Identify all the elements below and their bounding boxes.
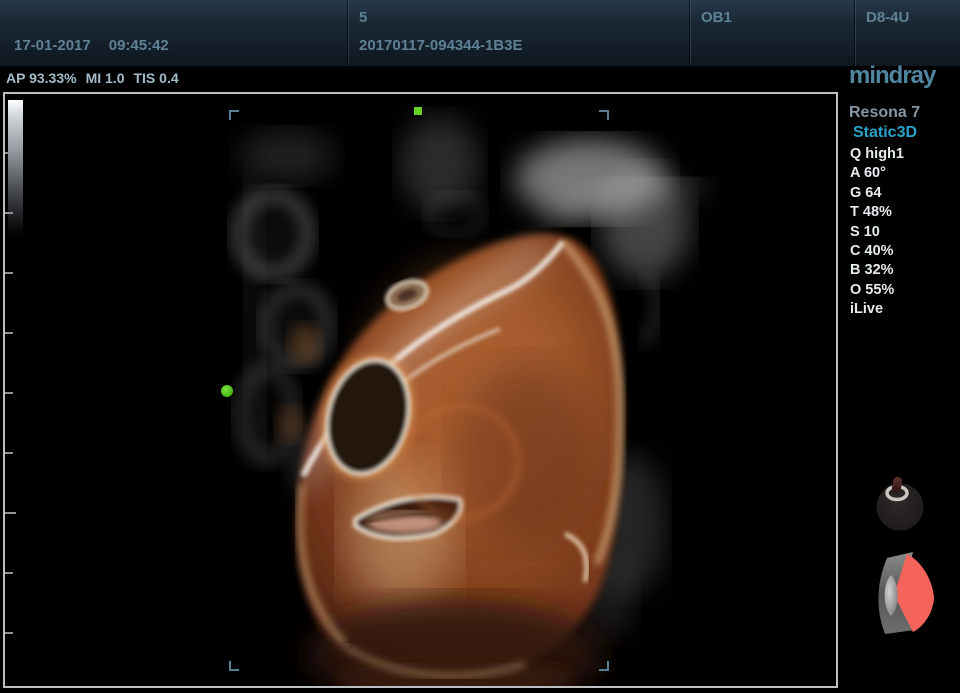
param-gain[interactable]: G 64 xyxy=(850,184,904,203)
roi-corner-top-left[interactable] xyxy=(229,110,239,120)
ultrasound-screen: 17-01-2017 09:45:42 5 20170117-094344-1B3… xyxy=(0,0,960,693)
acoustic-power-value: AP 93.33% xyxy=(6,70,77,86)
system-name: Resona 7 xyxy=(849,104,920,122)
exam-id-section: 5 20170117-094344-1B3E xyxy=(348,0,691,66)
depth-tick xyxy=(5,572,13,574)
param-smooth[interactable]: S 10 xyxy=(850,223,904,242)
param-opacity[interactable]: O 55% xyxy=(850,281,904,300)
patient-info-bar: 17-01-2017 09:45:42 5 20170117-094344-1B3… xyxy=(0,0,960,66)
probe-model: D8-4U xyxy=(866,9,909,26)
datetime-text: 17-01-2017 09:45:42 xyxy=(14,37,169,54)
exam-date: 17-01-2017 xyxy=(14,37,91,54)
depth-tick xyxy=(5,392,13,394)
imaging-mode-label[interactable]: Static3D xyxy=(853,124,917,142)
grayscale-map-bar xyxy=(8,100,23,236)
depth-tick xyxy=(5,272,13,274)
roi-corner-bottom-right[interactable] xyxy=(599,661,609,671)
depth-tick xyxy=(5,152,13,154)
param-threshold[interactable]: T 48% xyxy=(850,203,904,222)
parameter-list: Q high1 A 60° G 64 T 48% S 10 C 40% B 32… xyxy=(850,145,904,320)
roi-handle-top-marker[interactable] xyxy=(414,107,422,115)
preset-section: OB1 xyxy=(690,0,856,66)
exam-time: 09:45:42 xyxy=(109,37,169,54)
parameter-sidebar: Resona 7 Static3D Q high1 A 60° G 64 T 4… xyxy=(845,92,960,693)
depth-tick xyxy=(5,632,13,634)
param-contrast[interactable]: C 40% xyxy=(850,242,904,261)
acoustic-status-bar: AP 93.33% MI 1.0 TIS 0.4 xyxy=(0,66,960,92)
mi-value: MI 1.0 xyxy=(86,70,125,86)
param-quality[interactable]: Q high1 xyxy=(850,145,904,164)
depth-tick-major xyxy=(5,512,16,514)
param-ilive[interactable]: iLive xyxy=(850,300,904,319)
probe-section: D8-4U xyxy=(855,0,960,66)
exam-number: 5 xyxy=(359,9,367,26)
roi-corner-bottom-left[interactable] xyxy=(229,661,239,671)
mindray-logo: mindray xyxy=(849,62,935,90)
depth-tick xyxy=(5,452,13,454)
tis-value: TIS 0.4 xyxy=(133,70,178,86)
acoustic-status-text: AP 93.33% MI 1.0 TIS 0.4 xyxy=(6,70,188,86)
exam-id: 20170117-094344-1B3E xyxy=(359,37,522,54)
trackball-icon xyxy=(875,476,925,534)
depth-tick xyxy=(5,212,13,214)
exam-preset: OB1 xyxy=(701,9,732,26)
param-angle[interactable]: A 60° xyxy=(850,164,904,183)
datetime-section: 17-01-2017 09:45:42 xyxy=(0,0,348,66)
3d-volume-render xyxy=(5,94,836,686)
param-brightness[interactable]: B 32% xyxy=(850,261,904,280)
image-display-area xyxy=(3,92,838,688)
depth-tick xyxy=(5,332,13,334)
render-orientation-icon xyxy=(873,550,937,636)
roi-handle-side-marker[interactable] xyxy=(221,385,233,397)
roi-corner-top-right[interactable] xyxy=(599,110,609,120)
